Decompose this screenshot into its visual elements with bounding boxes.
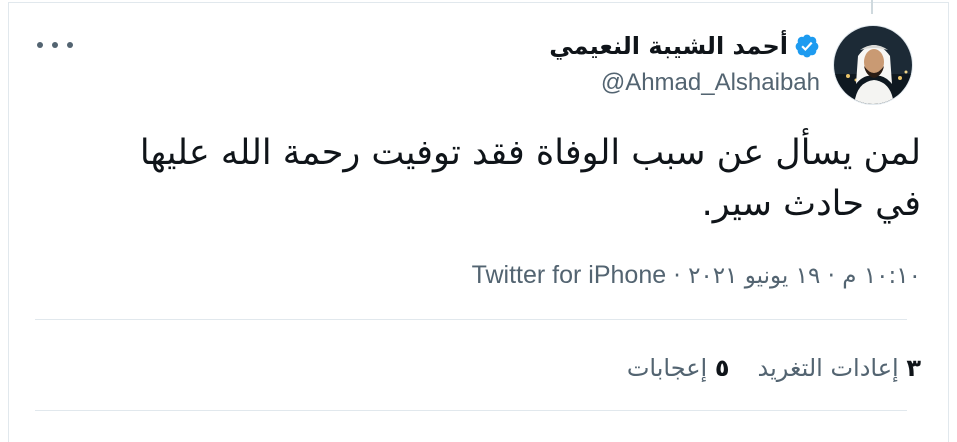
more-dot-icon (52, 42, 58, 48)
tweet-source-link[interactable]: Twitter for iPhone (472, 261, 667, 289)
tweet-text-line: في حادث سير. (701, 184, 921, 224)
retweet-label: إعادات التغريد (757, 354, 899, 382)
retweet-count: ٣ (906, 354, 921, 382)
author-handle[interactable]: @Ahmad_Alshaibah (601, 68, 820, 98)
divider (35, 410, 907, 411)
more-dot-icon (37, 42, 43, 48)
like-label: إعجابات (626, 354, 708, 382)
avatar[interactable] (833, 25, 913, 105)
author-display-name[interactable]: أحمد الشيبة النعيمي (549, 30, 788, 62)
likes-stat[interactable]: ٥ إعجابات (627, 351, 730, 385)
tweet-timestamp[interactable]: ١٠:١٠ م · ١٩ يونيو ٢٠٢١ (688, 263, 921, 289)
retweets-stat[interactable]: ٣ إعادات التغريد (758, 351, 922, 385)
divider (35, 319, 907, 320)
more-options-icon[interactable] (37, 33, 73, 57)
author-name-row[interactable]: أحمد الشيبة النعيمي (549, 30, 820, 62)
verified-badge-icon (794, 33, 820, 59)
tweet-metadata: ١٠:١٠ م · ١٩ يونيو ٢٠٢١ · Twitter for iP… (472, 258, 921, 293)
tweet-text-line: لمن يسأل عن سبب الوفاة فقد توفيت رحمة ال… (139, 133, 921, 173)
like-count: ٥ (714, 354, 730, 382)
meta-separator: · (666, 263, 689, 289)
tweet-text: لمن يسأل عن سبب الوفاة فقد توفيت رحمة ال… (41, 128, 921, 230)
more-dot-icon (67, 42, 73, 48)
thread-connector-line (871, 0, 873, 14)
tweet-stats: ٣ إعادات التغريد ٥ إعجابات (627, 351, 921, 385)
